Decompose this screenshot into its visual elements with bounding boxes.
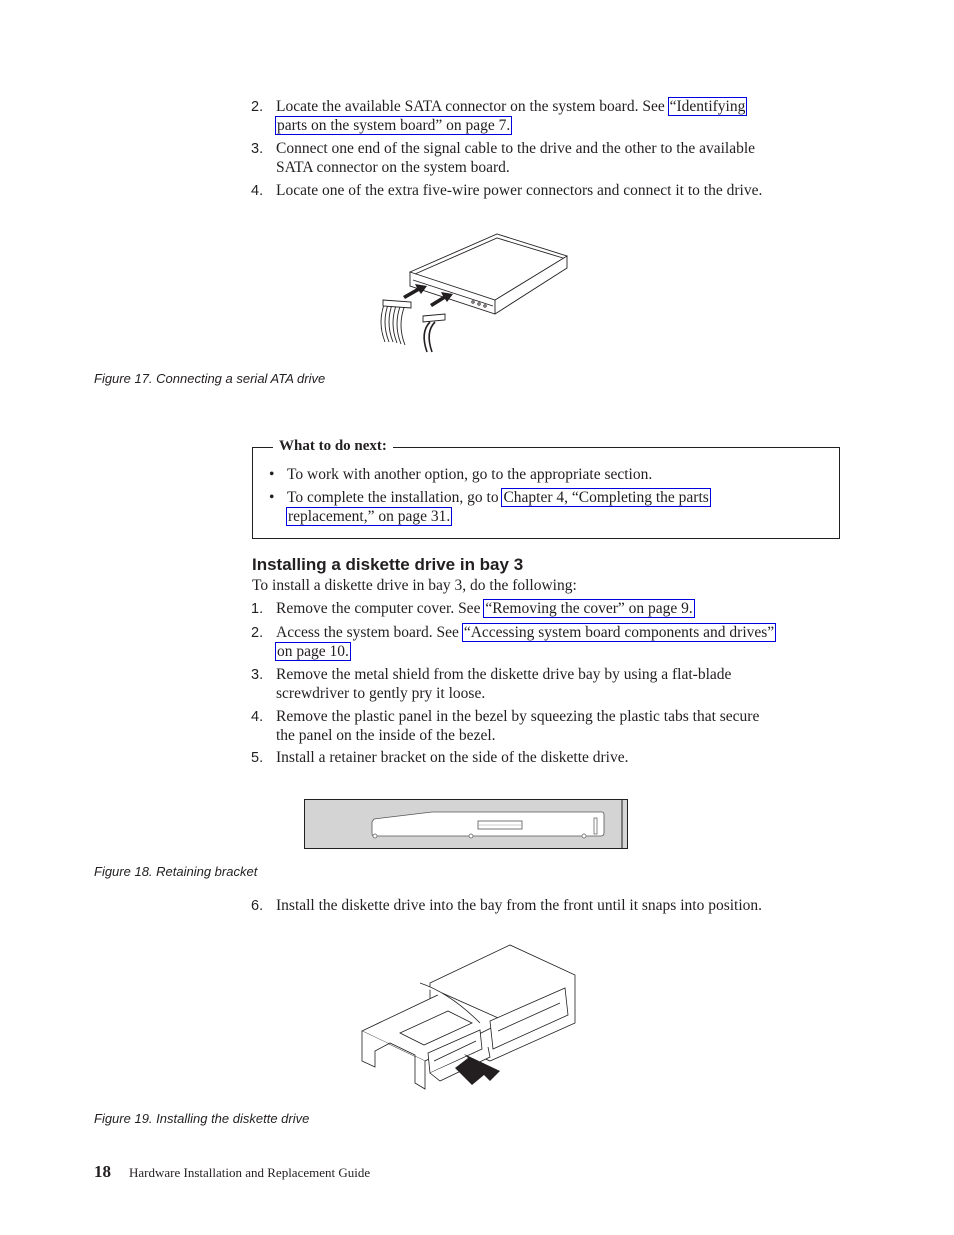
bullet-item: • To complete the installation, go to Ch… — [269, 488, 829, 526]
step-text: Remove the computer cover. See — [276, 600, 485, 617]
step-number: 2. — [251, 625, 264, 641]
step-1: 1. Remove the computer cover. See “Remov… — [251, 599, 851, 619]
section-intro: To install a diskette drive in bay 3, do… — [252, 577, 577, 594]
diskette-drive-install-illustration — [361, 944, 576, 1090]
sata-drive-connection-illustration — [380, 233, 569, 353]
link-accessing-system-board[interactable]: “Accessing system board components and d… — [461, 623, 777, 642]
bullet-text: To complete the installation, go to — [287, 489, 503, 506]
step-4: 4. Remove the plastic panel in the bezel… — [251, 708, 851, 745]
step-text: Access the system board. See — [276, 624, 463, 641]
document-title: Hardware Installation and Replacement Gu… — [129, 1165, 371, 1180]
step-number: 4. — [251, 709, 264, 725]
figure-19-caption: Figure 19. Installing the diskette drive — [94, 1111, 310, 1126]
link-chapter-4-cont[interactable]: replacement,” on page 31. — [285, 507, 453, 526]
step-number: 3. — [251, 667, 264, 683]
step-text: Install the diskette drive into the bay … — [276, 897, 763, 914]
step-text-line2: the panel on the inside of the bezel. — [276, 726, 496, 744]
step-3-top: 3. Connect one end of the signal cable t… — [251, 140, 851, 177]
link-identifying-parts-cont[interactable]: parts on the system board” on page 7. — [274, 115, 513, 135]
step-number: 3. — [251, 141, 264, 157]
step-text-line1: Remove the plastic panel in the bezel by… — [276, 708, 760, 725]
what-to-do-next-box: What to do next: • To work with another … — [252, 438, 840, 539]
bullet-icon: • — [269, 489, 275, 506]
link-accessing-system-board-cont[interactable]: on page 10. — [275, 641, 351, 661]
bullet-icon: • — [269, 466, 275, 483]
step-number: 2. — [251, 99, 264, 115]
step-number: 5. — [251, 750, 264, 766]
step-2-top: 2. Locate the available SATA connector o… — [251, 97, 851, 135]
step-text: Locate the available SATA connector on t… — [276, 98, 669, 115]
section-heading: Installing a diskette drive in bay 3 — [252, 555, 524, 574]
retaining-bracket-illustration — [304, 799, 628, 849]
step-number: 4. — [251, 183, 264, 199]
page-number: 18 — [94, 1162, 111, 1181]
step-number: 1. — [251, 601, 264, 617]
step-4-top: 4. Locate one of the extra five-wire pow… — [251, 182, 851, 201]
step-number: 6. — [251, 898, 264, 914]
link-chapter-4[interactable]: Chapter 4, “Completing the parts — [501, 488, 711, 507]
box-title: What to do next: — [273, 438, 393, 455]
bullet-text: To work with another option, go to the a… — [287, 466, 653, 483]
step-text: Install a retainer bracket on the side o… — [276, 749, 629, 766]
link-identifying-parts[interactable]: “Identifying — [667, 97, 748, 116]
step-text-line2: SATA connector on the system board. — [276, 158, 510, 176]
step-6: 6. Install the diskette drive into the b… — [251, 897, 851, 916]
step-5: 5. Install a retainer bracket on the sid… — [251, 749, 851, 768]
figure-18-caption: Figure 18. Retaining bracket — [94, 864, 258, 879]
step-3: 3. Remove the metal shield from the disk… — [251, 666, 851, 703]
step-text-line1: Connect one end of the signal cable to t… — [276, 140, 756, 157]
step-text: Locate one of the extra five-wire power … — [276, 182, 763, 199]
figure-17-caption: Figure 17. Connecting a serial ATA drive — [94, 371, 326, 386]
step-text-line2: screwdriver to gently pry it loose. — [276, 684, 486, 702]
link-removing-cover[interactable]: “Removing the cover” on page 9. — [483, 599, 695, 618]
bullet-item: • To work with another option, go to the… — [269, 465, 829, 484]
step-2: 2. Access the system board. See “Accessi… — [251, 623, 851, 661]
step-text-line1: Remove the metal shield from the diskett… — [276, 666, 732, 683]
